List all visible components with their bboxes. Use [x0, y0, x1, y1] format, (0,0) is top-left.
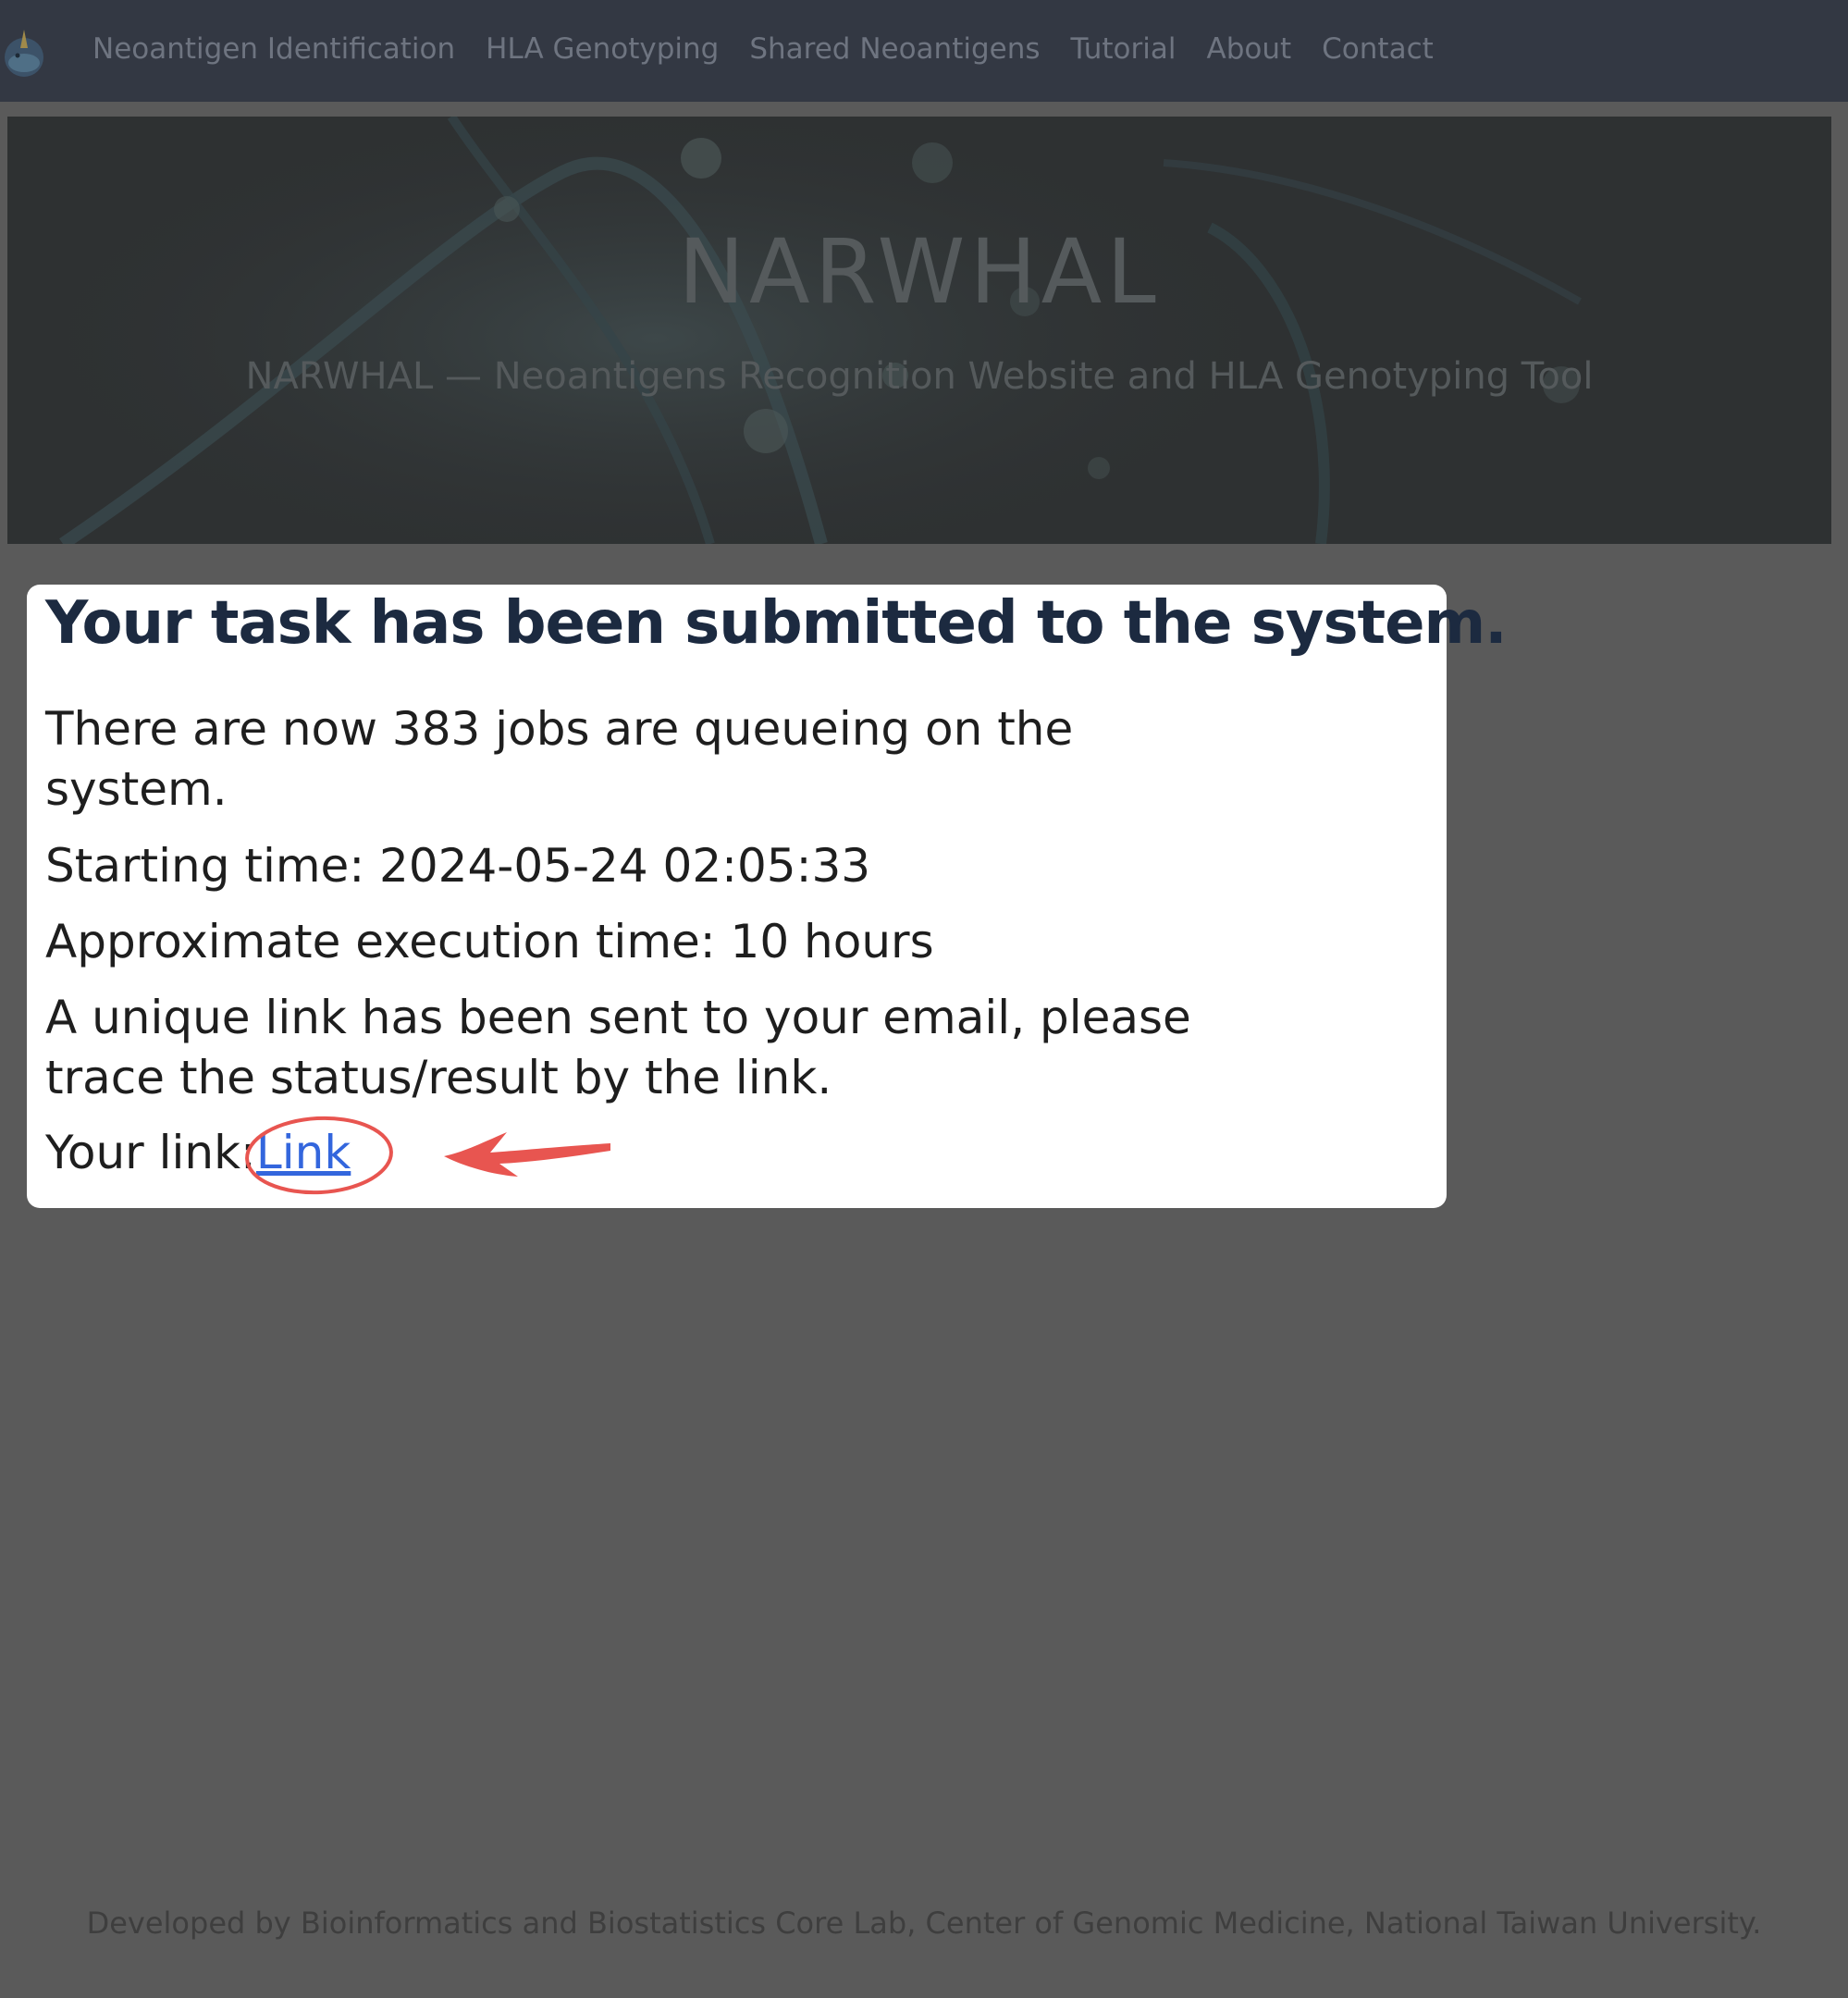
annotation-arrow-icon: [444, 1132, 610, 1177]
annotation-overlay: [245, 1116, 610, 1195]
footer-credit: Developed by Bioinformatics and Biostati…: [86, 1906, 1762, 1941]
annotation-circle: [245, 1116, 393, 1195]
